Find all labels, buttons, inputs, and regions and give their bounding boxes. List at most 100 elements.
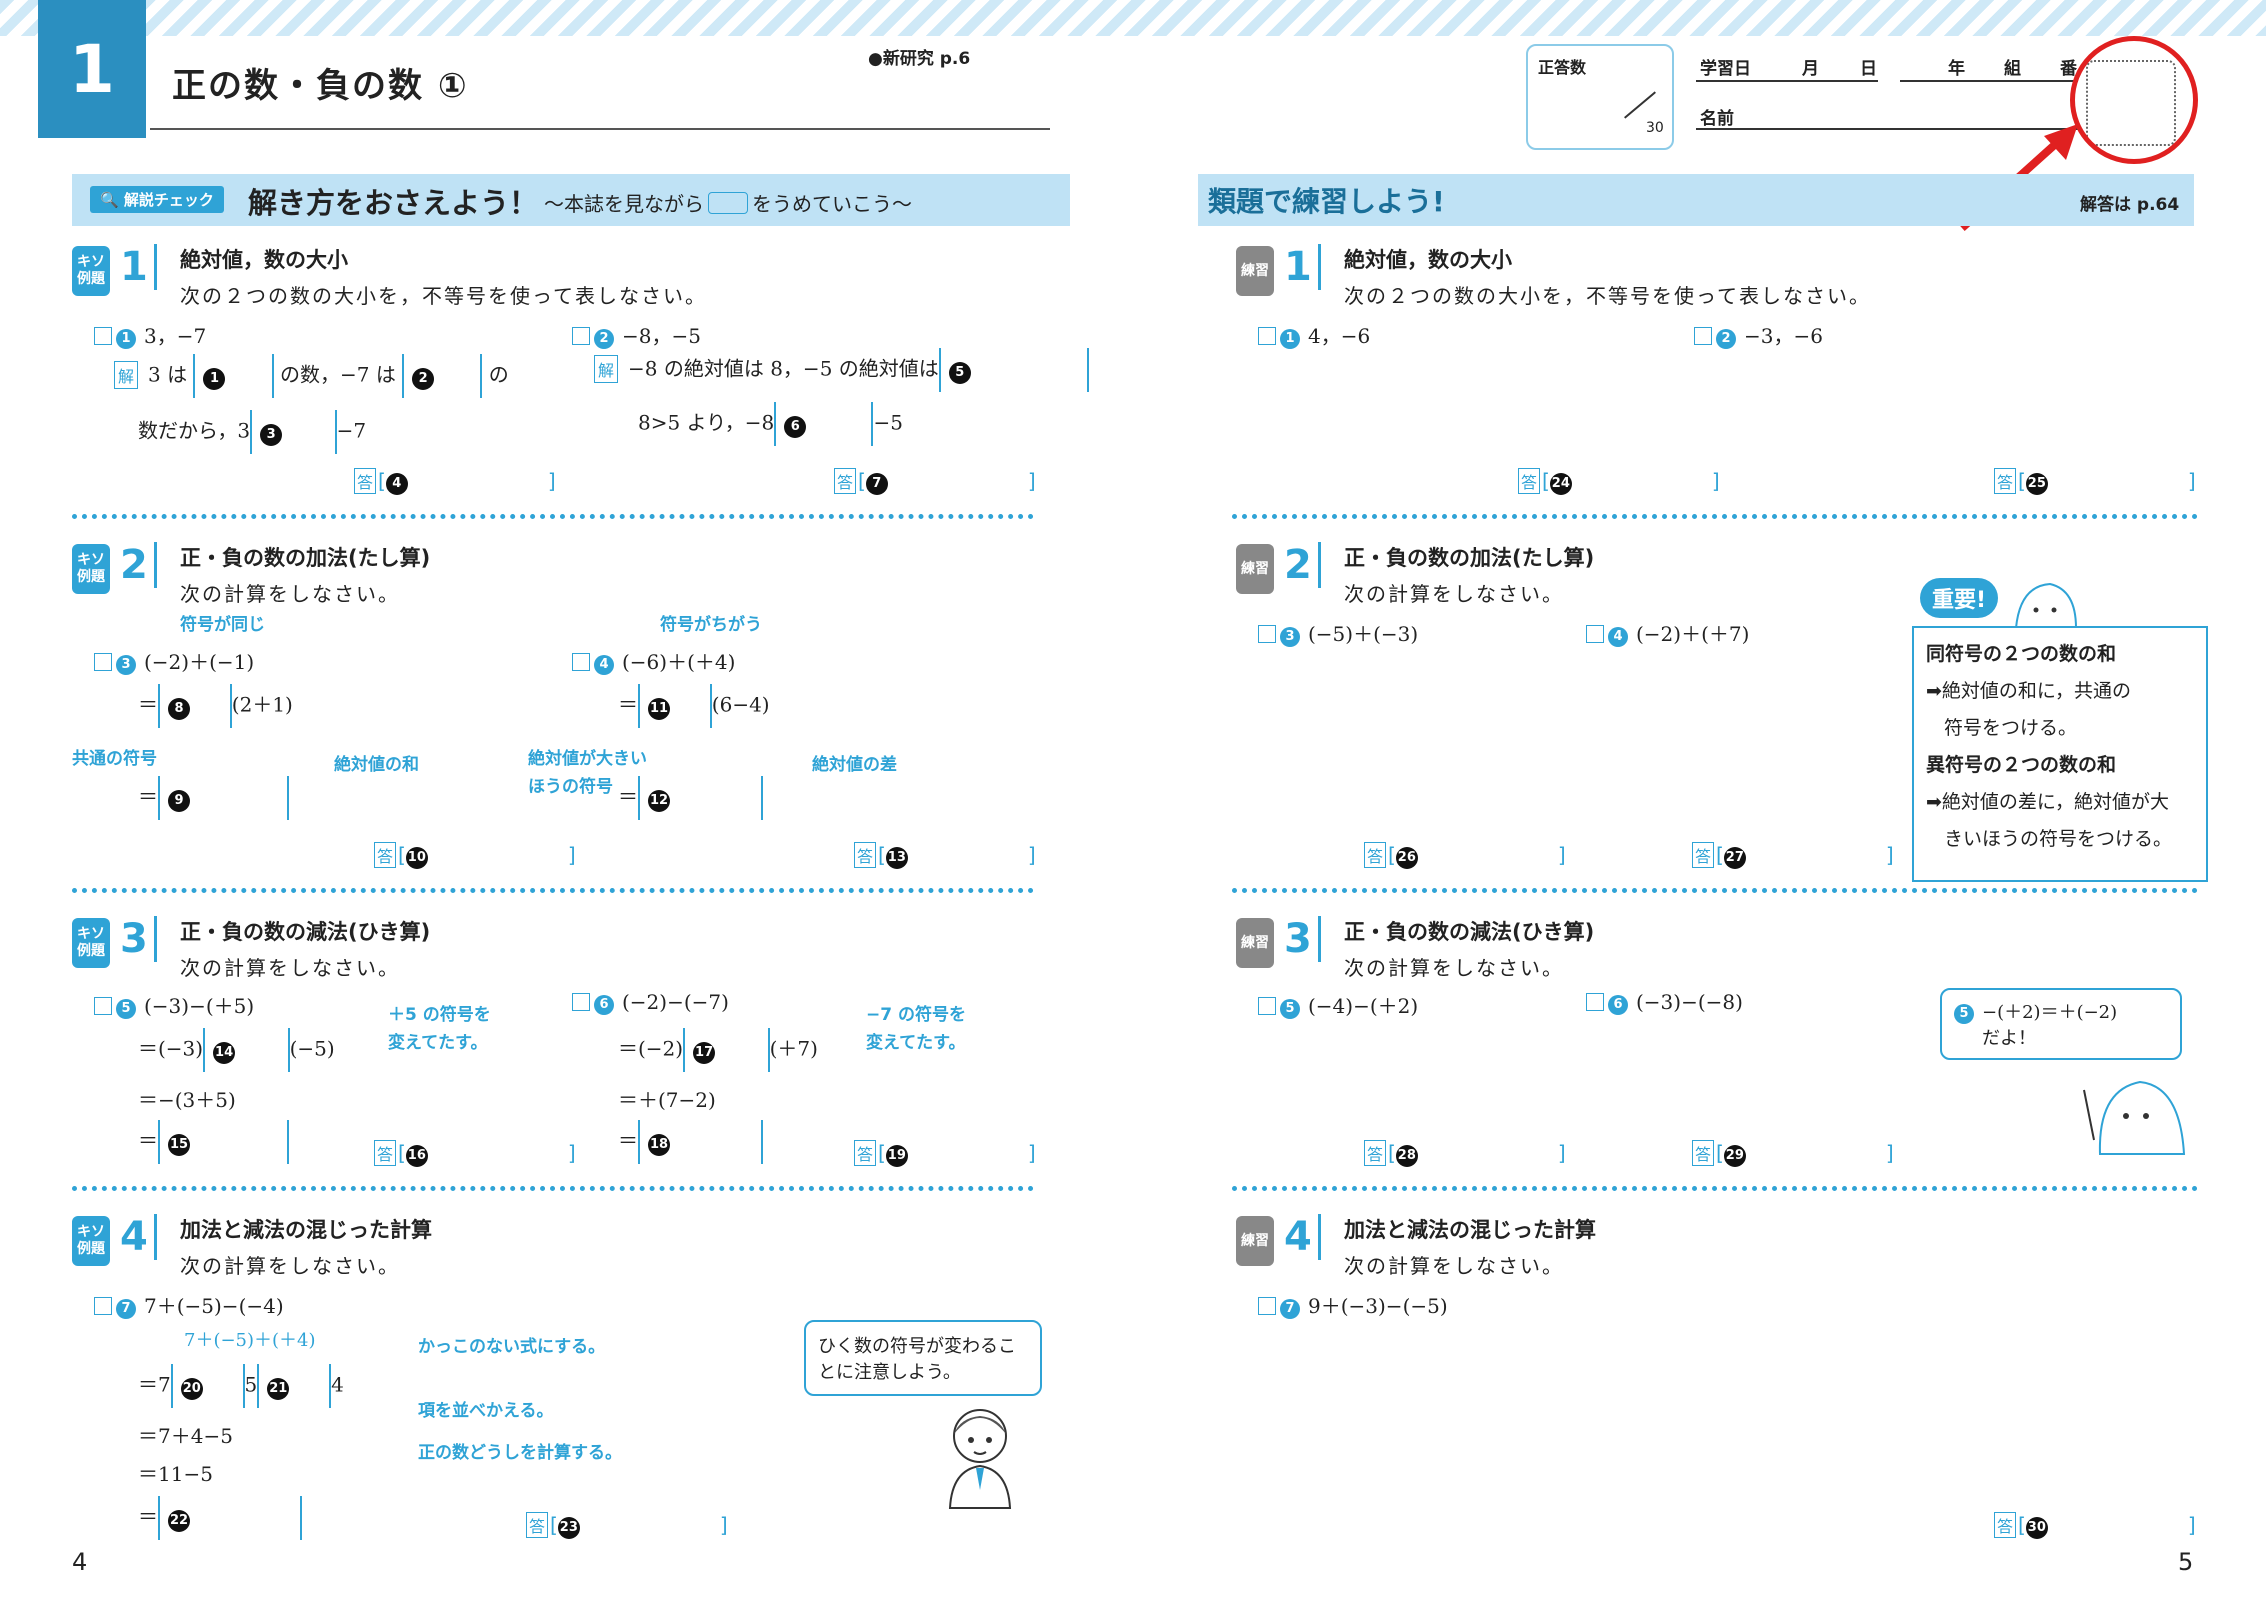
label-same-sign: 符号が同じ — [180, 615, 265, 635]
practice-sub-3: 次の計算をしなさい。 — [1344, 956, 1564, 980]
step-12: ＝ 12 — [618, 776, 763, 820]
page-number-right: 5 — [2178, 1548, 2194, 1576]
note-5b: 変えてたす。 — [388, 1033, 488, 1053]
note-6a: −7 の符号を — [866, 1005, 966, 1025]
answer-ref: 解答は p.64 — [2080, 195, 2180, 215]
note-6b: 変えてたす。 — [866, 1033, 966, 1053]
practice-problem-5: 5 (−4)−(＋2) — [1258, 990, 1418, 1019]
top-stripe — [0, 0, 2266, 36]
step-8: ＝ 8 (2＋1) — [138, 684, 293, 728]
section-number-1: 1 — [120, 244, 157, 290]
section-title-2: 正・負の数の加法(たし算) — [180, 546, 431, 570]
answer-23: 答[23] — [526, 1512, 728, 1539]
practice-badge-3: 練習 — [1236, 918, 1274, 968]
score-label: 正答数 — [1538, 58, 1587, 77]
practice-problem-4: 4 (−2)＋(＋7) — [1586, 618, 1749, 647]
left-bar-subtitle: 〜本誌を見ながら をうめていこう〜 — [544, 192, 912, 216]
label-bigger-1: 絶対値が大きい — [528, 749, 647, 769]
note-n1: かっこのない式にする。 — [418, 1337, 606, 1357]
practice-problem-2: 2 −3，−6 — [1694, 320, 1823, 349]
step-14: ＝(−3) 14 (−5) — [138, 1028, 335, 1072]
practice-problem-6: 6 (−3)−(−8) — [1586, 990, 1743, 1015]
section-number-2: 2 — [120, 542, 157, 588]
hedgehog-icon — [2014, 582, 2078, 629]
section-title-3: 正・負の数の減法(ひき算) — [180, 920, 431, 944]
practice-number-2: 2 — [1284, 542, 1321, 588]
answer-7: 答[7] — [834, 468, 1036, 495]
step-5c: ＝−(3＋5) — [138, 1088, 236, 1112]
tip-box: 同符号の２つの数の和 ➡絶対値の和に，共通の 符号をつける。 異符号の２つの数の… — [1912, 626, 2208, 882]
step-18: ＝ 18 — [618, 1120, 763, 1164]
practice-title-1: 絶対値，数の大小 — [1344, 248, 1512, 272]
month-label: 月 — [1802, 59, 1819, 79]
problem-2: 2 −8，−5 — [572, 320, 701, 349]
answer-4: 答[4] — [354, 468, 556, 495]
kiso-badge-3: キソ 例題 — [72, 918, 110, 968]
chapter-number: 1 — [38, 0, 146, 138]
answer-24: 答[24] — [1518, 468, 1720, 495]
label-abs-sum: 絶対値の和 — [334, 755, 419, 775]
section-title-4: 加法と減法の混じった計算 — [180, 1218, 432, 1242]
name-label: 名前 — [1700, 109, 1734, 129]
practice-problem-1: 1 4，−6 — [1258, 320, 1370, 349]
tip-text-1b: 符号をつける。 — [1944, 717, 2078, 739]
step-6c: ＝＋(7−2) — [618, 1088, 716, 1112]
solution-2-line2: 8>5 より，−8 6 −5 — [638, 402, 903, 446]
magnifier-icon: 🔍 — [100, 191, 124, 209]
problem-5: 5 (−3)−(＋5) — [94, 990, 254, 1019]
note-n2: 項を並べかえる。 — [418, 1401, 554, 1421]
practice-sub-1: 次の２つの数の大小を，不等号を使って表しなさい。 — [1344, 284, 1871, 308]
practice-badge-2: 練習 — [1236, 544, 1274, 594]
problem-3: 3 (−2)＋(−1) — [94, 646, 254, 675]
step-9: ＝ 9 — [138, 776, 290, 820]
label-bigger-2: ほうの符号 — [528, 777, 613, 797]
answer-16: 答[16] — [374, 1140, 576, 1167]
problem-7: 7 7＋(−5)−(−4) — [94, 1290, 284, 1319]
kiso-badge-2: キソ 例題 — [72, 544, 110, 594]
problem-4: 4 (−6)＋(＋4) — [572, 646, 735, 675]
practice-badge-4: 練習 — [1236, 1216, 1274, 1266]
tip-text-2a: ➡絶対値の差に，絶対値が大 — [1926, 791, 2169, 813]
divider — [1232, 1186, 2198, 1191]
date-underline — [1696, 80, 1878, 82]
practice-problem-7: 7 9＋(−3)−(−5) — [1258, 1290, 1448, 1319]
practice-sub-2: 次の計算をしなさい。 — [1344, 582, 1564, 606]
kiso-badge-4: キソ 例題 — [72, 1216, 110, 1266]
section-number-3: 3 — [120, 916, 157, 962]
divider — [72, 514, 1034, 519]
answer-29: 答[29] — [1692, 1140, 1894, 1167]
practice-title-2: 正・負の数の加法(たし算) — [1344, 546, 1595, 570]
answer-30: 答[30] — [1994, 1512, 2196, 1539]
answer-27: 答[27] — [1692, 842, 1894, 869]
practice-badge-1: 練習 — [1236, 246, 1274, 296]
left-bar-title: 解き方をおさえよう！ — [248, 186, 539, 220]
study-date-label: 学習日 — [1700, 59, 1751, 79]
step-17: ＝(−2) 17 (＋7) — [618, 1028, 818, 1072]
page-number-left: 4 — [72, 1548, 88, 1576]
section-number-4: 4 — [120, 1214, 157, 1260]
step-15: ＝ 15 — [138, 1120, 290, 1164]
score-total: 30 — [1646, 120, 1664, 136]
solution-1-line1: 解3 は 1 の数，−7 は 2 の — [114, 354, 509, 398]
practice-title-4: 加法と減法の混じった計算 — [1344, 1218, 1596, 1242]
answer-13: 答[13] — [854, 842, 1036, 869]
answer-26: 答[26] — [1364, 842, 1566, 869]
student-illustration — [948, 1409, 1012, 1509]
hedgehog-illustration — [2083, 1080, 2186, 1155]
section-sub-2: 次の計算をしなさい。 — [180, 582, 400, 606]
important-badge: 重要! — [1920, 578, 1999, 618]
step-11: ＝ 11 (6−4) — [618, 684, 770, 728]
problem-7-rewrite: 7＋(−5)＋(＋4) — [184, 1330, 316, 1351]
step-7-l2: ＝7＋4−5 — [138, 1424, 233, 1448]
class-underline — [1900, 80, 2078, 82]
class-label: 組 — [2004, 59, 2021, 79]
answer-10: 答[10] — [374, 842, 576, 869]
answer-28: 答[28] — [1364, 1140, 1566, 1167]
section-sub-3: 次の計算をしなさい。 — [180, 956, 400, 980]
divider — [1232, 888, 2198, 893]
score-box: 正答数 30 — [1526, 44, 1674, 150]
tip-heading-1: 同符号の２つの数の和 — [1926, 643, 2117, 665]
day-label: 日 — [1860, 59, 1877, 79]
problem-6: 6 (−2)−(−7) — [572, 990, 729, 1015]
divider — [72, 888, 1034, 893]
